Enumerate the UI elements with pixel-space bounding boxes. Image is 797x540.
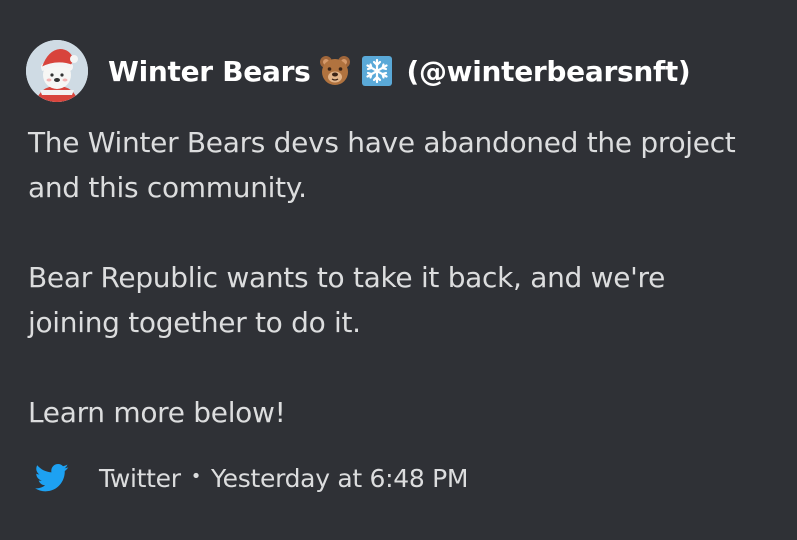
embed-description: The Winter Bears devs have abandoned the… bbox=[28, 120, 778, 435]
polar-bear-avatar-icon bbox=[26, 40, 88, 102]
description-line: and this community. bbox=[28, 171, 307, 204]
footer-timestamp: Yesterday at 6:48 PM bbox=[211, 463, 469, 493]
author-name-link[interactable]: Winter Bears (@winterbearsnft) bbox=[108, 54, 691, 88]
footer-separator: • bbox=[190, 465, 202, 487]
author-name: Winter Bears bbox=[108, 54, 311, 88]
twitter-bird-icon bbox=[35, 463, 69, 493]
tweet-embed: Winter Bears (@winterbearsnft) The Winte… bbox=[0, 0, 797, 540]
bear-face-emoji-icon bbox=[318, 54, 352, 88]
author-avatar[interactable] bbox=[26, 40, 88, 102]
snowflake-emoji-icon bbox=[360, 54, 394, 88]
description-line: Learn more below! bbox=[28, 396, 286, 429]
embed-footer: Twitter • Yesterday at 6:48 PM bbox=[35, 458, 468, 498]
description-line: The Winter Bears devs have abandoned the… bbox=[28, 126, 736, 159]
description-line: joining together to do it. bbox=[28, 306, 361, 339]
description-line: Bear Republic wants to take it back, and… bbox=[28, 261, 666, 294]
author-handle: (@winterbearsnft) bbox=[406, 54, 691, 88]
embed-author: Winter Bears (@winterbearsnft) bbox=[26, 40, 691, 102]
footer-source: Twitter bbox=[99, 463, 181, 493]
